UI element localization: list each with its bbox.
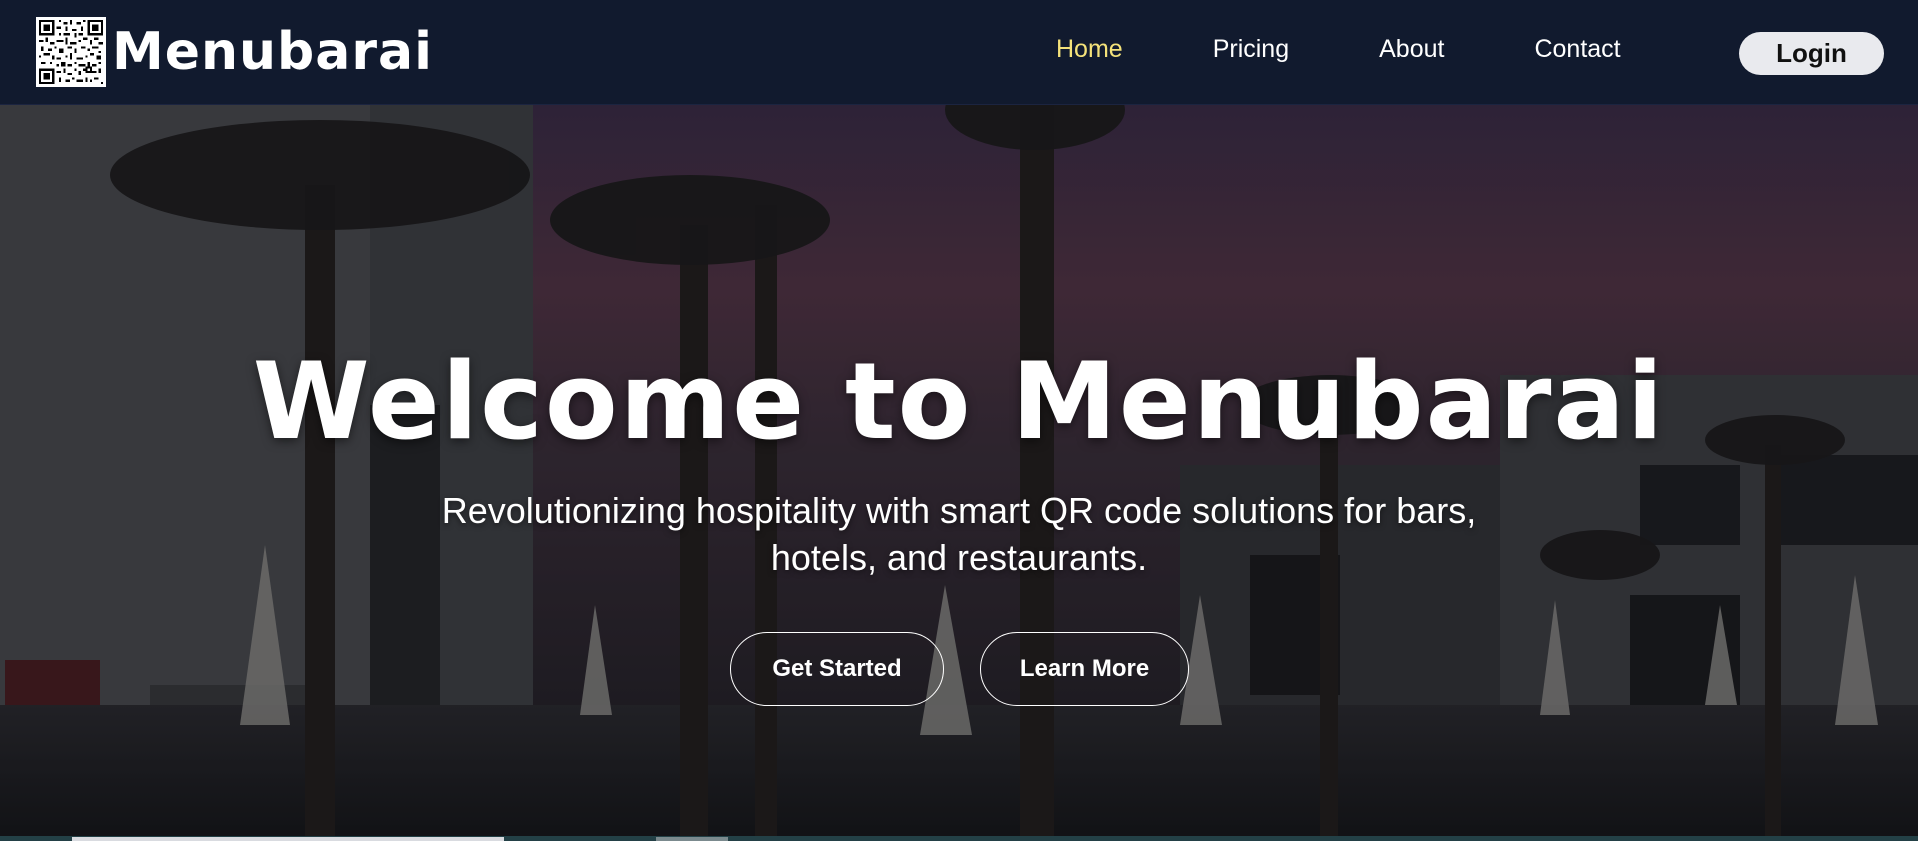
nav-link-pricing[interactable]: Pricing [1213, 35, 1289, 64]
login-button[interactable]: Login [1739, 32, 1884, 75]
hero-subtitle: Revolutionizing hospitality with smart Q… [441, 490, 1477, 578]
hero-title: Welcome to Menubarai [252, 340, 1666, 463]
hero-section: Welcome to Menubarai Revolutionizing hos… [0, 105, 1918, 841]
nav-link-home[interactable]: Home [1056, 35, 1123, 64]
get-started-button[interactable]: Get Started [730, 632, 944, 706]
hero-actions: Get Started Learn More [730, 632, 1189, 706]
qr-code-icon [36, 17, 106, 87]
brand-name: Menubarai [112, 22, 433, 82]
bottom-indicator-secondary [656, 837, 728, 841]
nav-link-about[interactable]: About [1379, 35, 1444, 64]
navbar: Menubarai Home Pricing About Contact Log… [0, 0, 1918, 105]
brand-link[interactable]: Menubarai [36, 17, 433, 87]
nav-link-contact[interactable]: Contact [1534, 35, 1620, 64]
bottom-indicator [72, 837, 504, 841]
main-nav: Home Pricing About Contact [1056, 35, 1711, 64]
learn-more-button[interactable]: Learn More [980, 632, 1189, 706]
hero-overlay [0, 105, 1918, 841]
